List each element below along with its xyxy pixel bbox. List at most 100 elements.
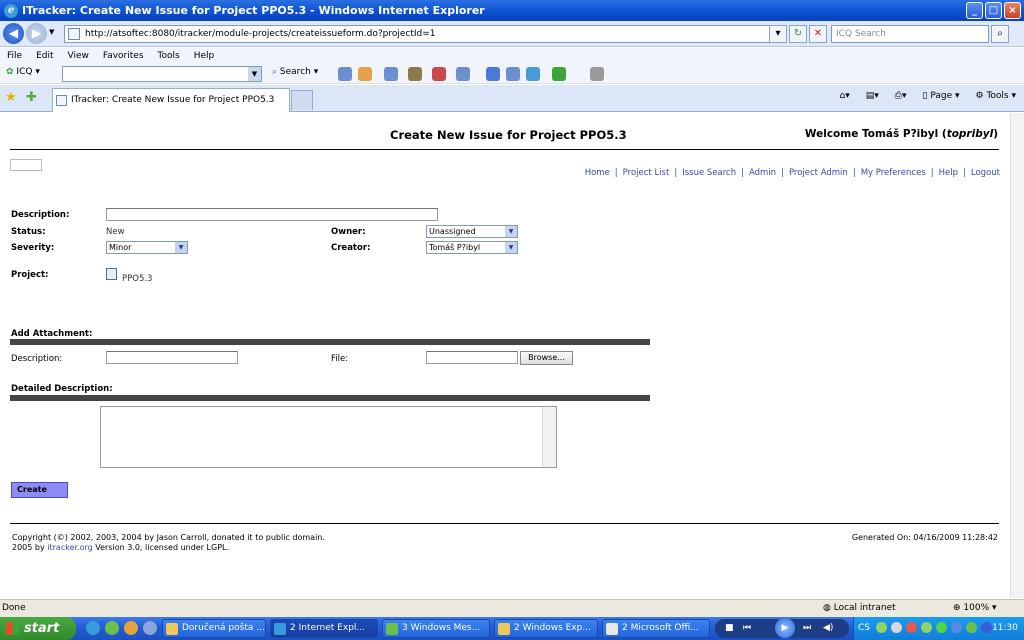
history-dropdown-icon[interactable]: ▼ (49, 28, 54, 36)
toolbar-icon-3[interactable] (384, 67, 398, 81)
toolbar-icon-7[interactable] (486, 67, 500, 81)
tools-menu[interactable]: ⚙ Tools ▾ (976, 91, 1017, 101)
toolbar-icon-2[interactable] (358, 67, 372, 81)
jump-input[interactable] (10, 159, 42, 171)
tray-icon-7[interactable] (966, 622, 977, 633)
task-office[interactable]: 2 Microsoft Offi... (602, 619, 710, 638)
icq-search-combo[interactable]: ▼ (62, 66, 262, 82)
start-button[interactable]: start (0, 617, 76, 640)
add-favorites-icon[interactable]: ✚ (26, 90, 37, 105)
attachment-description-input[interactable] (106, 351, 238, 364)
clock[interactable]: 11:30 (992, 623, 1018, 633)
task-messenger[interactable]: 3 Windows Mes... (382, 619, 490, 638)
nav-issue-search[interactable]: Issue Search (682, 168, 736, 178)
detailed-description-textarea[interactable] (100, 406, 557, 468)
nav-project-admin[interactable]: Project Admin (789, 168, 848, 178)
create-button[interactable]: Create (11, 482, 68, 498)
toolbar-icon-8[interactable] (506, 67, 520, 81)
home-icon[interactable]: ⌂▾ (840, 91, 850, 101)
header-divider (10, 149, 999, 150)
nav-my-preferences[interactable]: My Preferences (861, 168, 926, 178)
refresh-icon[interactable]: ↻ (789, 25, 807, 43)
footer-divider (10, 523, 999, 524)
new-tab-button[interactable] (291, 90, 313, 110)
icq-label: ICQ (16, 67, 33, 77)
tab-bar: ★ ✚ ITracker: Create New Issue for Proje… (0, 85, 1024, 112)
quicklaunch-icq-icon[interactable] (105, 621, 119, 635)
status-bar: Done ◍ Local intranet ⊕ 100% ▾ (0, 599, 1024, 617)
creator-select[interactable]: Tomáš P?ibyl ▼ (426, 241, 518, 254)
tray-icon-1[interactable] (876, 622, 887, 633)
language-indicator[interactable]: CS (858, 623, 870, 633)
page-scrollbar[interactable] (1010, 113, 1024, 598)
page-menu-label: Page (930, 91, 953, 101)
task-ie[interactable]: 2 Internet Expl... (270, 619, 378, 638)
start-label: start (24, 621, 60, 636)
textarea-scrollbar[interactable] (542, 407, 556, 467)
minimize-button[interactable]: _ (966, 2, 983, 19)
stop-icon[interactable]: ✕ (809, 25, 827, 43)
search-input[interactable]: ICQ Search (831, 25, 989, 43)
media-stop-icon[interactable]: ■ (725, 623, 734, 633)
favorites-star-icon[interactable]: ★ (5, 90, 17, 105)
menu-tools[interactable]: Tools (158, 51, 180, 61)
menu-file[interactable]: File (7, 51, 22, 61)
menu-help[interactable]: Help (194, 51, 215, 61)
menu-favorites[interactable]: Favorites (103, 51, 144, 61)
back-button[interactable]: ◀ (3, 23, 24, 44)
search-go-icon[interactable]: ⌕ (991, 25, 1009, 43)
nav-help[interactable]: Help (939, 168, 958, 178)
media-next-icon[interactable]: ⏭ (803, 623, 811, 633)
description-input[interactable] (106, 208, 438, 221)
nav-home[interactable]: Home (585, 168, 610, 178)
task-mail[interactable]: Doručená pošta ... (162, 619, 266, 638)
toolbar-icon-4[interactable] (408, 67, 422, 81)
address-text: http://atsoftec:8080/itracker/module-pro… (85, 29, 436, 39)
task-explorer[interactable]: 2 Windows Exp... (494, 619, 598, 638)
icq-button[interactable]: ✿ ICQ ▾ (6, 67, 40, 77)
tray-icon-2[interactable] (891, 622, 902, 633)
quicklaunch-ie-icon[interactable] (86, 621, 100, 635)
tray-icon-8[interactable] (981, 622, 992, 633)
toolbar-icon-1[interactable] (338, 67, 352, 81)
file-input[interactable] (426, 351, 518, 364)
media-play-icon[interactable]: ▶ (775, 618, 795, 638)
task-label: 2 Internet Expl... (290, 623, 365, 633)
print-icon[interactable]: ⎙▾ (895, 91, 907, 101)
zoom-level: 100% (963, 603, 990, 613)
address-bar[interactable]: http://atsoftec:8080/itracker/module-pro… (64, 25, 782, 43)
menu-view[interactable]: View (68, 51, 89, 61)
close-button[interactable]: × (1004, 2, 1021, 19)
nav-project-list[interactable]: Project List (623, 168, 670, 178)
menu-edit[interactable]: Edit (36, 51, 53, 61)
tray-icon-6[interactable] (951, 622, 962, 633)
maximize-button[interactable]: □ (985, 2, 1002, 19)
nav-admin[interactable]: Admin (749, 168, 776, 178)
zoom-control[interactable]: ⊕ 100% ▾ (953, 603, 997, 613)
mail-icon (166, 623, 178, 635)
media-prev-icon[interactable]: ⏮ (743, 623, 751, 633)
owner-select[interactable]: Unassigned ▼ (426, 225, 518, 238)
itracker-link[interactable]: itracker.org (47, 543, 92, 552)
toolbar-icon-6[interactable] (456, 67, 470, 81)
tab-current[interactable]: ITracker: Create New Issue for Project P… (52, 88, 290, 112)
windows-taskbar: start Doručená pošta ... 2 Internet Expl… (0, 617, 1024, 640)
tray-icon-4[interactable] (921, 622, 932, 633)
feeds-icon[interactable]: ▤▾ (866, 91, 879, 101)
toolbar-icon-10[interactable] (552, 67, 566, 81)
icq-search-button[interactable]: ⌕ Search ▾ (272, 67, 318, 77)
quicklaunch-icon[interactable] (124, 621, 138, 635)
browse-button[interactable]: Browse... (520, 351, 573, 365)
toolbar-icon-11[interactable] (590, 67, 604, 81)
tray-icon-3[interactable] (906, 622, 917, 633)
address-dropdown-icon[interactable]: ▾ (769, 25, 787, 43)
toolbar-icon-5[interactable] (432, 67, 446, 81)
severity-select[interactable]: Minor ▼ (106, 241, 188, 254)
page-menu[interactable]: ▯ Page ▾ (922, 91, 959, 101)
tray-icon-5[interactable] (936, 622, 947, 633)
media-volume-icon[interactable]: ◀) (823, 623, 833, 633)
quicklaunch-more-icon[interactable] (143, 621, 157, 635)
forward-button[interactable]: ▶ (26, 23, 47, 44)
nav-logout[interactable]: Logout (971, 168, 1000, 178)
toolbar-icon-9[interactable] (526, 67, 540, 81)
